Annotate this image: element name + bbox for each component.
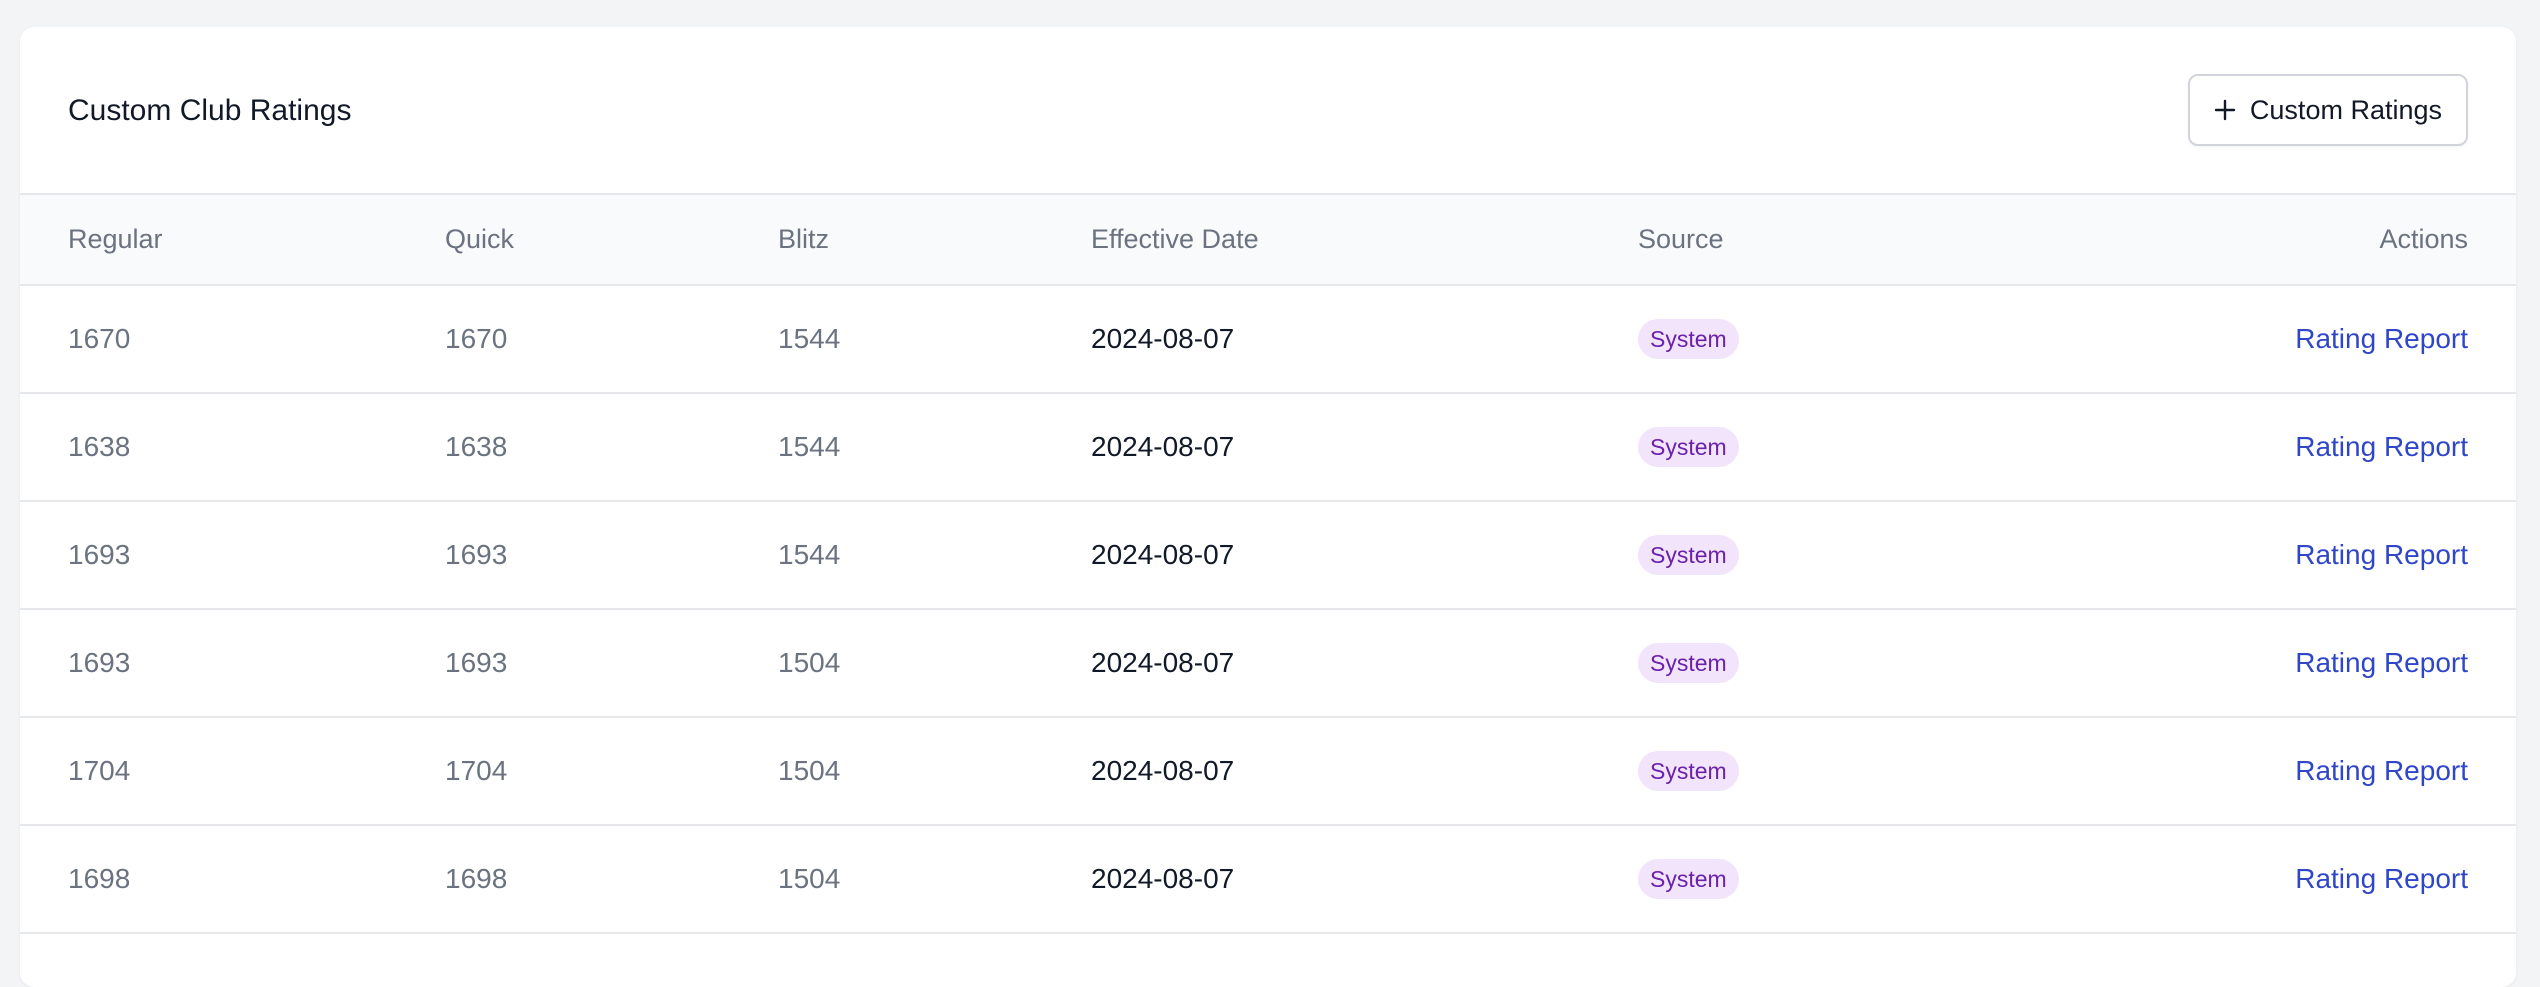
cell-effective-date: 2024-08-07 [1091, 501, 1638, 610]
column-header-blitz[interactable]: Blitz [778, 195, 1091, 286]
source-badge: System [1638, 427, 1739, 467]
source-badge: System [1638, 643, 1739, 683]
cell-effective-date: 2024-08-07 [1091, 825, 1638, 934]
source-badge: System [1638, 859, 1739, 899]
column-header-source[interactable]: Source [1638, 195, 2198, 286]
cell-regular: 1693 [20, 501, 445, 610]
ratings-card: Custom Club Ratings Custom Ratings Regul… [20, 27, 2516, 987]
rating-report-link[interactable]: Rating Report [2295, 647, 2468, 678]
cell-regular: 1670 [20, 285, 445, 394]
table-row: 1693 1693 1504 2024-08-07 System Rating Repor… [20, 609, 2516, 718]
cell-effective-date: 2024-08-07 [1091, 393, 1638, 502]
table-row: 1693 1693 1544 2024-08-07 System Rating Repor… [20, 501, 2516, 610]
column-header-actions: Actions [2198, 195, 2516, 286]
cell-blitz: 1504 [778, 609, 1091, 718]
cell-actions: Rating Report [2198, 717, 2516, 826]
plus-icon [2214, 99, 2236, 121]
card-title: Custom Club Ratings [68, 94, 352, 127]
cell-quick: 1638 [445, 393, 778, 502]
cell-blitz: 1544 [778, 393, 1091, 502]
cell-source: System [1638, 609, 2198, 718]
cell-regular: 1704 [20, 717, 445, 826]
source-badge: System [1638, 319, 1739, 359]
table-row: 1638 1638 1544 2024-08-07 System Rating Repor… [20, 393, 2516, 502]
cell-effective-date: 2024-08-07 [1091, 285, 1638, 394]
cell-actions: Rating Report [2198, 825, 2516, 934]
table-header: Regular Quick Blitz Effective Date Sourc… [20, 195, 2516, 286]
cell-actions: Rating Report [2198, 285, 2516, 394]
rating-report-link[interactable]: Rating Report [2295, 431, 2468, 462]
cell-blitz: 1544 [778, 285, 1091, 394]
add-custom-ratings-label: Custom Ratings [2249, 94, 2442, 125]
cell-regular: 1638 [20, 393, 445, 502]
rating-report-link[interactable]: Rating Report [2295, 863, 2468, 894]
cell-regular: 1693 [20, 609, 445, 718]
add-custom-ratings-button[interactable]: Custom Ratings [2187, 74, 2468, 146]
source-badge: System [1638, 535, 1739, 575]
cell-blitz: 1504 [778, 717, 1091, 826]
table-row: 1704 1704 1504 2024-08-07 System Rating Repor… [20, 717, 2516, 826]
cell-blitz: 1544 [778, 501, 1091, 610]
rating-report-link[interactable]: Rating Report [2295, 755, 2468, 786]
column-header-effective-date[interactable]: Effective Date [1091, 195, 1638, 286]
cell-quick: 1704 [445, 717, 778, 826]
cell-actions: Rating Report [2198, 501, 2516, 610]
cell-source: System [1638, 717, 2198, 826]
cell-effective-date: 2024-08-07 [1091, 717, 1638, 826]
card-header: Custom Club Ratings Custom Ratings [20, 27, 2516, 195]
cell-actions: Rating Report [2198, 609, 2516, 718]
ratings-table: Regular Quick Blitz Effective Date Sourc… [20, 195, 2516, 934]
cell-regular: 1698 [20, 825, 445, 934]
table-body: 1670 1670 1544 2024-08-07 System Rating Repor… [20, 285, 2516, 934]
source-badge: System [1638, 751, 1739, 791]
cell-effective-date: 2024-08-07 [1091, 609, 1638, 718]
rating-report-link[interactable]: Rating Report [2295, 323, 2468, 354]
cell-quick: 1670 [445, 285, 778, 394]
column-header-regular[interactable]: Regular [20, 195, 445, 286]
cell-quick: 1693 [445, 609, 778, 718]
cell-source: System [1638, 393, 2198, 502]
cell-source: System [1638, 825, 2198, 934]
table-row: 1670 1670 1544 2024-08-07 System Rating Repor… [20, 285, 2516, 394]
column-header-quick[interactable]: Quick [445, 195, 778, 286]
table-row: 1698 1698 1504 2024-08-07 System Rating Repor… [20, 825, 2516, 934]
cell-source: System [1638, 501, 2198, 610]
cell-quick: 1693 [445, 501, 778, 610]
cell-actions: Rating Report [2198, 393, 2516, 502]
table-header-row: Regular Quick Blitz Effective Date Sourc… [20, 195, 2516, 286]
cell-quick: 1698 [445, 825, 778, 934]
cell-blitz: 1504 [778, 825, 1091, 934]
cell-source: System [1638, 285, 2198, 394]
rating-report-link[interactable]: Rating Report [2295, 539, 2468, 570]
